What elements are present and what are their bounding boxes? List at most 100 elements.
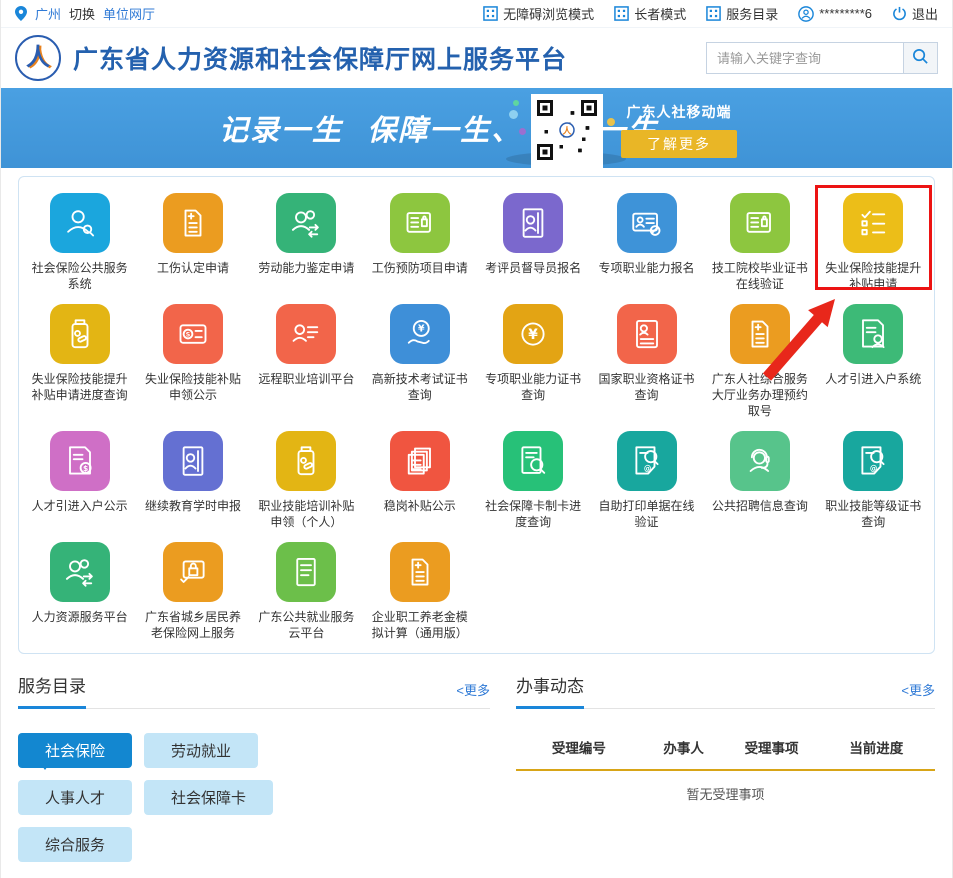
service-item[interactable]: 职业技能培训补贴申领（个人） (250, 427, 363, 530)
doc-search-at-icon: @ (843, 431, 903, 491)
service-item[interactable]: 广东人社综合服务大厅业务办理预约取号 (703, 300, 816, 419)
service-item[interactable]: 国家职业资格证书查询 (590, 300, 703, 419)
service-item-label: 失业保险技能补贴申领公示 (141, 371, 244, 403)
service-item[interactable]: @ 职业技能等级证书查询 (817, 427, 930, 530)
svg-text:$: $ (83, 464, 88, 473)
search-box (706, 42, 938, 74)
deco-dot (519, 128, 526, 135)
hand-yen-icon: ¥ (390, 304, 450, 364)
service-item-label: 人力资源服务平台 (28, 609, 131, 625)
service-item[interactable]: 远程职业培训平台 (250, 300, 363, 419)
svg-text:S: S (186, 332, 191, 339)
bottle-icon (50, 304, 110, 364)
service-catalog-label: 服务目录 (726, 4, 778, 23)
person-search-icon (50, 193, 110, 253)
logout-label: 退出 (912, 4, 938, 23)
catalog-tab-社会保险[interactable]: 社会保险 (18, 733, 132, 768)
service-item-label: 公共招聘信息查询 (708, 498, 811, 514)
location-pin-icon (15, 6, 27, 21)
service-item[interactable]: 社会保障卡制卡进度查询 (477, 427, 590, 530)
service-item[interactable]: 广东省城乡居民养老保险网上服务 (136, 538, 249, 641)
service-item[interactable]: 考评员督导员报名 (477, 189, 590, 292)
search-input[interactable] (707, 43, 903, 73)
service-item[interactable]: ¥ 高新技术考试证书查询 (363, 300, 476, 419)
service-item-label: 广东人社综合服务大厅业务办理预约取号 (708, 371, 811, 419)
service-item[interactable]: $人才引进入户公示 (23, 427, 136, 530)
service-item[interactable]: 社会保险公共服务系统 (23, 189, 136, 292)
service-item-label: 高新技术考试证书查询 (368, 371, 471, 403)
service-item-label: 远程职业培训平台 (255, 371, 358, 387)
service-item[interactable]: 工伤预防项目申请 (363, 189, 476, 292)
service-item[interactable]: 工伤认定申请 (136, 189, 249, 292)
deco-dot (513, 100, 519, 106)
search-button[interactable] (903, 43, 937, 73)
service-catalog-section: 服务目录 <更多 社会保险劳动就业人事人才社会保障卡综合服务 公共业务养老保险失… (18, 672, 490, 878)
doc-icon (276, 542, 336, 602)
service-item[interactable]: 继续教育学时申报 (136, 427, 249, 530)
service-item[interactable]: 人才引进入户系统 (817, 300, 930, 419)
catalog-tab-社会保障卡[interactable]: 社会保障卡 (144, 780, 273, 815)
card-badge-icon (730, 193, 790, 253)
service-item-label: 专项职业能力报名 (595, 260, 698, 276)
service-item[interactable]: 广东公共就业服务云平台 (250, 538, 363, 641)
account-menu[interactable]: *********6 (798, 6, 872, 22)
catalog-tab-人事人才[interactable]: 人事人才 (18, 780, 132, 815)
service-item-label: 劳动能力鉴定申请 (255, 260, 358, 276)
service-item[interactable]: 人力资源服务平台 (23, 538, 136, 641)
bottom-section: 服务目录 <更多 社会保险劳动就业人事人才社会保障卡综合服务 公共业务养老保险失… (18, 672, 935, 878)
service-item[interactable]: S 失业保险技能补贴申领公示 (136, 300, 249, 419)
logout-button[interactable]: 退出 (892, 4, 938, 23)
service-item[interactable]: 公共招聘信息查询 (703, 427, 816, 530)
service-item[interactable]: @自助打印单据在线验证 (590, 427, 703, 530)
elder-mode-label: 长者模式 (634, 4, 686, 23)
service-item-label: 稳岗补贴公示 (368, 498, 471, 514)
service-item[interactable]: 稳岗补贴公示 (363, 427, 476, 530)
site-title: 广东省人力资源和社会保障厅网上服务平台 (73, 40, 567, 76)
promo-banner: 记录一生 保障一生、 服务一生 人 广东人社移动端 了解更多 (1, 88, 952, 168)
service-item-label: 职业技能等级证书查询 (822, 498, 925, 530)
service-item-label: 失业保险技能提升补贴申请 (822, 260, 925, 292)
service-item-label: 职业技能培训补贴申领（个人） (255, 498, 358, 530)
card-si-icon: S (163, 304, 223, 364)
card-lock-icon (163, 542, 223, 602)
service-item-label: 工伤认定申请 (141, 260, 244, 276)
service-item[interactable]: 技工院校毕业证书在线验证 (703, 189, 816, 292)
service-item[interactable]: 失业保险技能提升补贴申请进度查询 (23, 300, 136, 419)
section-title-service-catalog: 服务目录 (18, 672, 86, 709)
catalog-tabs: 社会保险劳动就业人事人才社会保障卡综合服务 (18, 733, 378, 874)
service-item-label: 考评员督导员报名 (482, 260, 585, 276)
service-item[interactable]: 专项职业能力报名 (590, 189, 703, 292)
activity-section: 办事动态 <更多 受理编号办事人受理事项当前进度 暂无受理事项 (516, 672, 935, 878)
service-catalog-button[interactable]: 服务目录 (706, 4, 778, 23)
service-item-label: 失业保险技能提升补贴申请进度查询 (28, 371, 131, 403)
unit-portal-link[interactable]: 单位网厅 (103, 4, 155, 23)
doc-plus-icon (390, 542, 450, 602)
service-item[interactable]: ¥专项职业能力证书查询 (477, 300, 590, 419)
switch-city-link[interactable]: 切换 (69, 4, 95, 23)
learn-more-button[interactable]: 了解更多 (621, 130, 737, 158)
services-grid: 社会保险公共服务系统工伤认定申请劳动能力鉴定申请工伤预防项目申请考评员督导员报名… (23, 189, 930, 641)
people-arrows-icon (50, 542, 110, 602)
services-panel: 社会保险公共服务系统工伤认定申请劳动能力鉴定申请工伤预防项目申请考评员督导员报名… (18, 176, 935, 654)
accessibility-mode-button[interactable]: 无障碍浏览模式 (483, 4, 594, 23)
clipboard-person-icon (617, 304, 677, 364)
catalog-tab-综合服务[interactable]: 综合服务 (18, 827, 132, 862)
service-item[interactable]: 劳动能力鉴定申请 (250, 189, 363, 292)
service-item-label: 国家职业资格证书查询 (595, 371, 698, 403)
service-item[interactable]: 企业职工养老金模拟计算（通用版） (363, 538, 476, 641)
id-card-icon (617, 193, 677, 253)
mobile-app-label: 广东人社移动端 (621, 102, 737, 122)
service-item[interactable]: 失业保险技能提升补贴申请 (817, 189, 930, 292)
doc-plus-icon (163, 193, 223, 253)
account-icon (798, 6, 814, 22)
deco-dot (607, 118, 615, 126)
elder-mode-button[interactable]: 长者模式 (614, 4, 686, 23)
service-item-label: 自助打印单据在线验证 (595, 498, 698, 530)
catalog-tab-劳动就业[interactable]: 劳动就业 (144, 733, 258, 768)
service-item-label: 企业职工养老金模拟计算（通用版） (368, 609, 471, 641)
person-frame-icon (503, 193, 563, 253)
activity-more-link[interactable]: <更多 (901, 680, 935, 708)
top-bar: 广州 切换 单位网厅 无障碍浏览模式 长者模式 服务目录 (1, 0, 952, 28)
service-item-label: 继续教育学时申报 (141, 498, 244, 514)
service-catalog-more-link[interactable]: <更多 (456, 680, 490, 708)
